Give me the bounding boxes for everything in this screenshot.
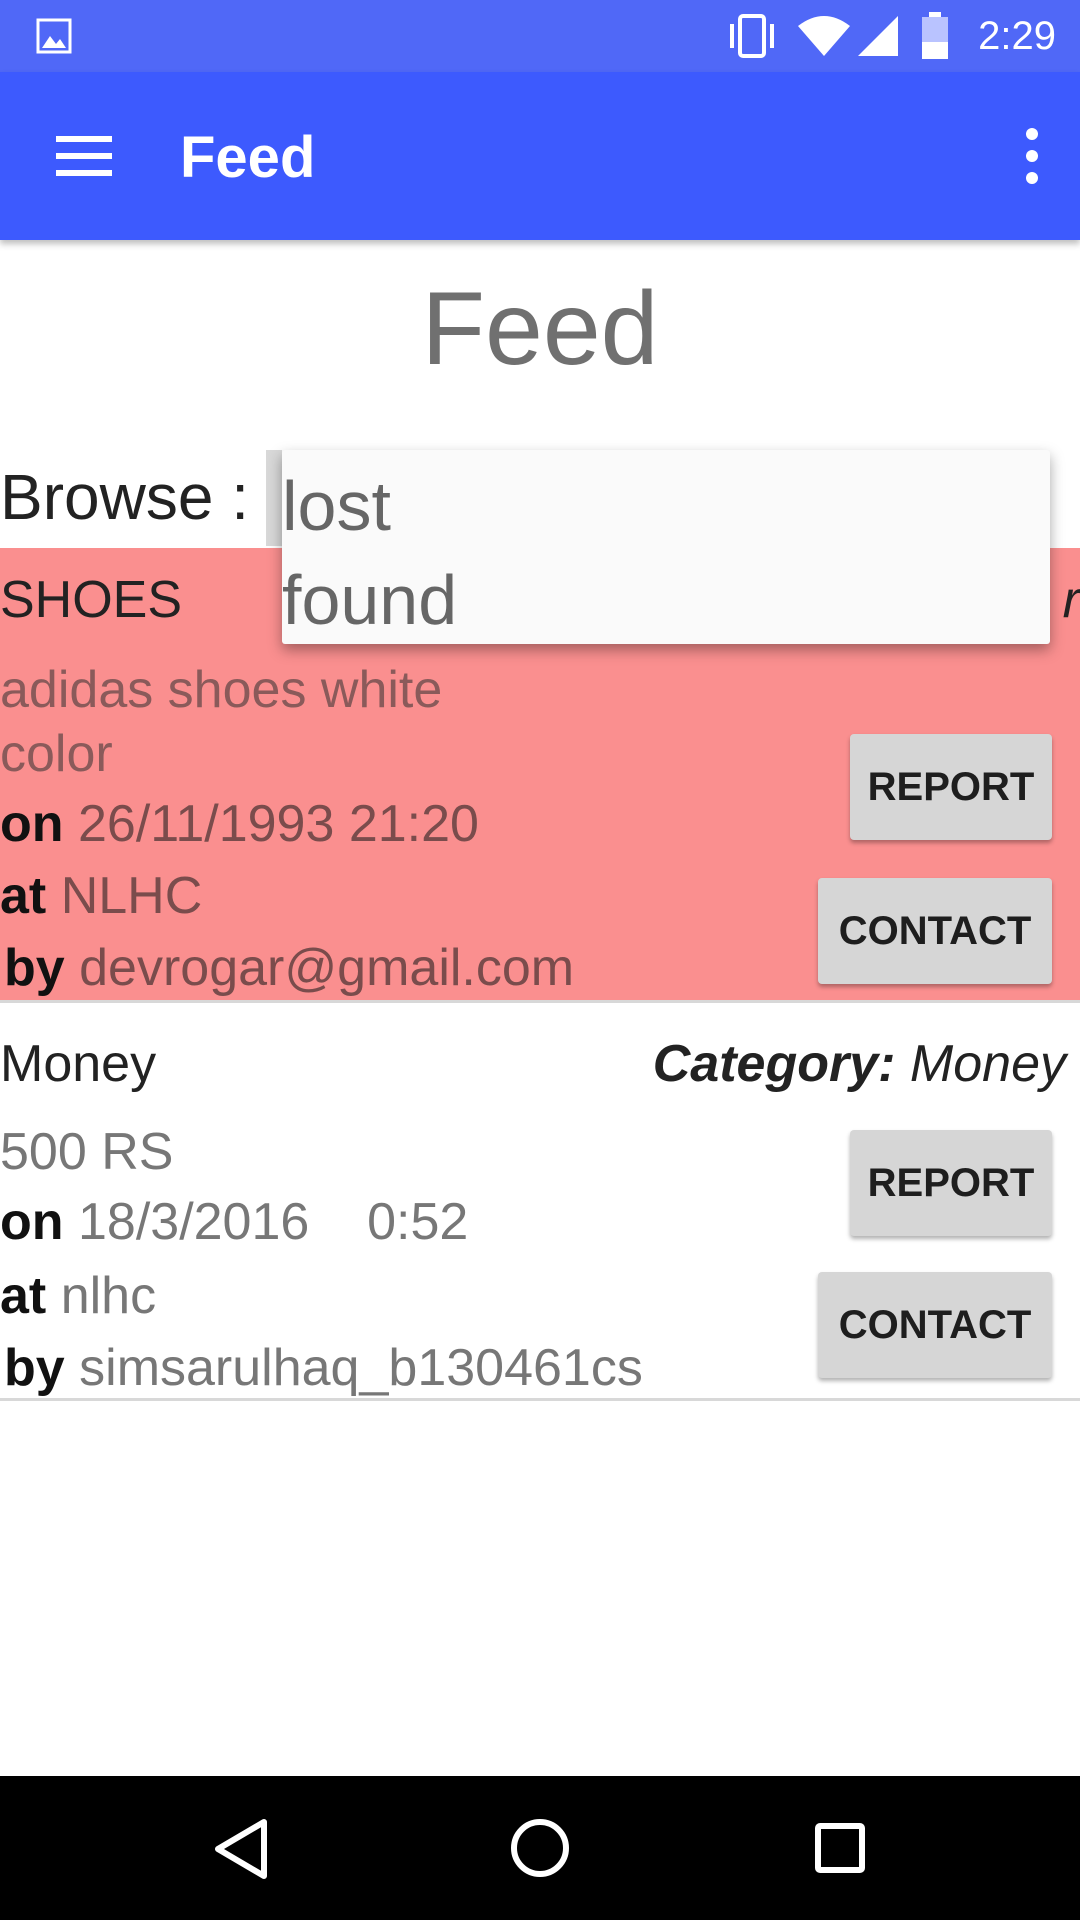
category-value: Money: [909, 1035, 1066, 1093]
item-user: simsarulhaq_b130461cs: [79, 1339, 643, 1397]
item-datetime: 26/11/1993 21:20: [77, 795, 479, 853]
item-location-row: at NLHC: [0, 866, 202, 926]
wifi-icon: [798, 16, 850, 56]
status-bar: 2:29: [0, 0, 1080, 72]
on-label: on: [0, 1193, 64, 1251]
app-bar: Feed: [0, 72, 1080, 240]
item-category-fragment: r: [1062, 571, 1080, 629]
at-label: at: [0, 1267, 47, 1325]
item-location-row: at nlhc: [0, 1266, 156, 1326]
item-datetime-row: on 26/11/1993 21:20: [0, 794, 479, 854]
item-user: devrogar@gmail.com: [79, 939, 575, 997]
at-label: at: [0, 867, 47, 925]
battery-icon: [922, 12, 948, 59]
app-bar-title: Feed: [180, 125, 316, 190]
item-category: Category: Money: [653, 1034, 1066, 1094]
item-name: Money: [0, 1035, 157, 1093]
overflow-menu-icon[interactable]: [1026, 128, 1040, 184]
contact-button[interactable]: CONTACT: [818, 1272, 1052, 1378]
feed-item-card: Money Category: Money 500 RS on 18/3/201…: [0, 1004, 1080, 1400]
recents-button[interactable]: [780, 1776, 900, 1920]
by-label: by: [4, 939, 65, 997]
browse-dropdown: lost found: [282, 450, 1050, 644]
signal-icon: [858, 16, 898, 56]
dropdown-option-lost[interactable]: lost: [282, 466, 391, 546]
home-icon: [511, 1819, 569, 1877]
system-nav-bar: [0, 1776, 1080, 1920]
back-button[interactable]: [180, 1776, 300, 1920]
back-icon: [215, 1819, 267, 1879]
card-divider: [0, 1000, 1080, 1003]
item-location: nlhc: [60, 1267, 157, 1325]
home-button[interactable]: [480, 1776, 600, 1920]
item-description: 500 RS: [0, 1123, 174, 1181]
item-datetime-row: on 18/3/2016 0:52: [0, 1192, 468, 1252]
item-description: adidas shoes white color: [0, 661, 443, 783]
report-button[interactable]: REPORT: [850, 734, 1052, 840]
item-datetime: 18/3/2016 0:52: [77, 1193, 469, 1251]
browse-spinner[interactable]: [266, 450, 282, 546]
by-label: by: [4, 1339, 65, 1397]
on-label: on: [0, 795, 64, 853]
item-location: NLHC: [60, 867, 203, 925]
hamburger-menu-icon[interactable]: [56, 136, 112, 176]
card-divider: [0, 1398, 1080, 1401]
item-name: SHOES: [0, 571, 183, 629]
page-title: Feed: [421, 271, 659, 387]
gallery-notification-icon: [36, 18, 72, 54]
recents-icon: [815, 1823, 865, 1873]
vibrate-icon: [730, 14, 774, 58]
browse-label: Browse :: [0, 461, 249, 533]
contact-button[interactable]: CONTACT: [818, 878, 1052, 984]
status-time: 2:29: [978, 14, 1056, 58]
report-button[interactable]: REPORT: [850, 1130, 1052, 1236]
category-label: Category:: [652, 1035, 896, 1093]
item-user-row: by devrogar@gmail.com: [4, 938, 574, 998]
dropdown-option-found[interactable]: found: [282, 560, 457, 640]
item-user-row: by simsarulhaq_b130461cs: [4, 1338, 643, 1398]
